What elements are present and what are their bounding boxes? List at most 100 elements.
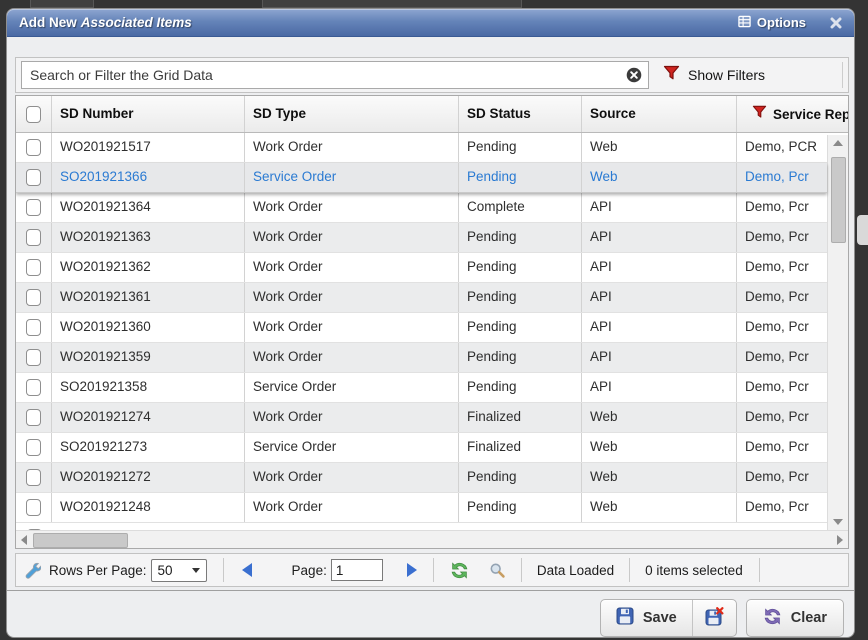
show-filters-button[interactable]: Show Filters — [688, 67, 765, 83]
row-checkbox[interactable] — [26, 319, 41, 336]
row-checkbox-cell — [16, 373, 52, 402]
cell-service-rep: Demo, Pcr — [737, 463, 827, 492]
row-checkbox-cell — [16, 433, 52, 462]
scroll-left-arrow[interactable] — [16, 531, 32, 548]
options-label: Options — [757, 15, 806, 30]
clear-button[interactable]: Clear — [746, 599, 844, 637]
scroll-up-arrow[interactable] — [828, 135, 848, 151]
scroll-down-arrow[interactable] — [828, 514, 848, 530]
row-checkbox[interactable] — [26, 499, 41, 516]
row-checkbox-cell — [16, 343, 52, 372]
cell-sd-status: Pending — [459, 343, 582, 372]
row-checkbox-cell — [16, 133, 52, 162]
cell-sd-number: WO201921361 — [52, 283, 245, 312]
clear-label: Clear — [791, 610, 827, 626]
horizontal-scrollbar[interactable] — [16, 530, 848, 548]
cell-service-rep: Demo, Pcr — [737, 253, 827, 282]
row-checkbox[interactable] — [26, 379, 41, 396]
background-window-fragment — [857, 215, 868, 245]
page-label: Page: — [292, 563, 327, 578]
table-row[interactable]: WO201921362Work OrderPendingAPIDemo, Pcr — [16, 253, 827, 283]
table-row[interactable]: WO201921248Work OrderPendingWebDemo, Pcr — [16, 493, 827, 523]
save-and-close-button[interactable] — [692, 600, 736, 636]
clear-search-icon[interactable] — [626, 67, 642, 83]
next-page-button[interactable] — [407, 563, 417, 577]
table-row[interactable]: WO201921360Work OrderPendingAPIDemo, Pcr — [16, 313, 827, 343]
cell-service-rep: Demo, PCR — [737, 133, 827, 162]
cell-service-rep: Demo, Pcr — [737, 403, 827, 432]
table-row[interactable]: SO201921366Service OrderPendingWebDemo, … — [16, 163, 827, 193]
table-row[interactable]: WO201921359Work OrderPendingAPIDemo, Pcr — [16, 343, 827, 373]
table-row[interactable]: WO201921364Work OrderCompleteAPIDemo, Pc… — [16, 193, 827, 223]
search-input[interactable] — [21, 61, 649, 89]
options-button[interactable]: Options — [738, 15, 806, 31]
row-checkbox[interactable] — [26, 199, 41, 216]
associated-items-grid: SD Number SD Type SD Status Source Servi… — [15, 95, 849, 549]
cell-sd-number: WO201921363 — [52, 223, 245, 252]
row-checkbox-cell — [16, 253, 52, 282]
cell-source: Web — [582, 163, 737, 192]
row-checkbox-cell — [16, 313, 52, 342]
row-checkbox[interactable] — [26, 349, 41, 366]
scroll-right-arrow[interactable] — [832, 531, 848, 548]
pager-separator — [759, 558, 760, 582]
rows-per-page-label: Rows Per Page: — [49, 563, 147, 578]
row-checkbox[interactable] — [26, 259, 41, 276]
cell-sd-status: Pending — [459, 373, 582, 402]
row-checkbox[interactable] — [26, 409, 41, 426]
row-checkbox[interactable] — [26, 169, 41, 186]
add-associated-items-dialog: Add NewAssociated Items Options Show Fil — [6, 8, 855, 638]
cell-sd-status: Finalized — [459, 433, 582, 462]
table-row[interactable]: WO201921517Work OrderPendingWebDemo, PCR — [16, 133, 827, 163]
cell-source: API — [582, 223, 737, 252]
cell-sd-status: Pending — [459, 493, 582, 522]
column-header-sd-number[interactable]: SD Number — [52, 96, 245, 132]
rows-per-page-select[interactable]: 50 — [151, 559, 207, 582]
column-header-source[interactable]: Source — [582, 96, 737, 132]
table-row[interactable]: WO201921361Work OrderPendingAPIDemo, Pcr — [16, 283, 827, 313]
row-checkbox[interactable] — [26, 439, 41, 456]
vertical-scrollbar[interactable] — [827, 135, 848, 530]
cell-service-rep: Demo, Pcr — [737, 433, 827, 462]
refresh-icon[interactable] — [450, 561, 469, 580]
row-checkbox[interactable] — [26, 229, 41, 246]
save-button[interactable]: Save — [601, 600, 692, 636]
chevron-down-icon — [192, 568, 200, 573]
cell-sd-type: Service Order — [245, 163, 459, 192]
row-checkbox-cell — [16, 193, 52, 222]
cell-source: Web — [582, 403, 737, 432]
column-header-sd-type[interactable]: SD Type — [245, 96, 459, 132]
filter-funnel-icon[interactable] — [663, 65, 680, 86]
page-number-input[interactable] — [331, 559, 383, 581]
cell-sd-number: SO201921358 — [52, 373, 245, 402]
title-emphasis: Associated Items — [81, 15, 192, 30]
cell-service-rep: Demo, Pcr — [737, 163, 827, 192]
table-row[interactable]: SO201921358Service OrderPendingAPIDemo, … — [16, 373, 827, 403]
row-checkbox[interactable] — [26, 289, 41, 306]
row-checkbox[interactable] — [26, 469, 41, 486]
row-checkbox[interactable] — [26, 139, 41, 156]
cell-source: API — [582, 283, 737, 312]
select-all-cell — [16, 96, 52, 132]
wrench-icon[interactable] — [24, 562, 41, 579]
table-row[interactable]: SO201921273Service OrderFinalizedWebDemo… — [16, 433, 827, 463]
save-disk-icon — [616, 607, 634, 629]
column-header-service-rep[interactable]: Service Rep — [737, 96, 848, 132]
pager-separator — [521, 558, 522, 582]
cell-service-rep: Demo, Pcr — [737, 193, 827, 222]
horizontal-scrollbar-thumb[interactable] — [33, 533, 128, 548]
save-disk-x-icon — [705, 607, 724, 630]
column-header-sd-status[interactable]: SD Status — [459, 96, 582, 132]
table-row[interactable]: WO201921274Work OrderFinalizedWebDemo, P… — [16, 403, 827, 433]
cell-sd-type: Service Order — [245, 433, 459, 462]
table-row[interactable]: WO201921272Work OrderPendingWebDemo, Pcr — [16, 463, 827, 493]
select-all-checkbox[interactable] — [26, 106, 41, 123]
background-window-fragment — [30, 0, 94, 8]
vertical-scrollbar-thumb[interactable] — [831, 157, 846, 243]
cell-sd-number: SO201921273 — [52, 433, 245, 462]
previous-page-button[interactable] — [242, 563, 252, 577]
search-grid-icon[interactable] — [489, 562, 506, 579]
grid-body: WO201921517Work OrderPendingWebDemo, PCR… — [16, 133, 848, 530]
table-row[interactable]: WO201921363Work OrderPendingAPIDemo, Pcr — [16, 223, 827, 253]
close-icon[interactable] — [830, 17, 842, 29]
